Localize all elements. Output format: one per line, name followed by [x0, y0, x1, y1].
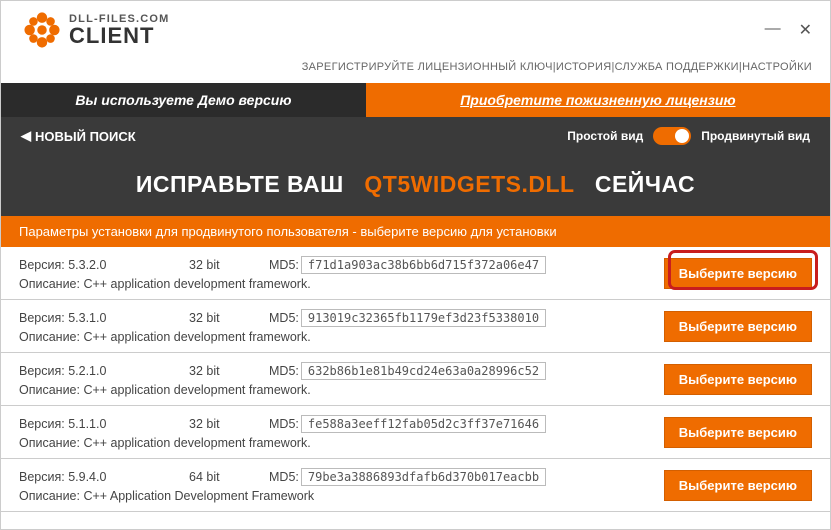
select-version-button[interactable]: Выберите версию	[664, 258, 812, 289]
version-arch: 32 bit	[189, 311, 269, 325]
fix-banner: ИСПРАВЬТЕ ВАШ QT5WIDGETS.DLL СЕЙЧАС	[1, 155, 830, 216]
md5-value[interactable]: 913019c32365fb1179ef3d23f5338010	[301, 309, 546, 327]
md5-label: MD5:	[269, 470, 299, 484]
version-arch: 32 bit	[189, 364, 269, 378]
select-version-button[interactable]: Выберите версию	[664, 470, 812, 501]
logo: DLL-FILES.COM CLIENT	[23, 11, 170, 49]
simple-view-label[interactable]: Простой вид	[567, 129, 643, 143]
version-info: Версия: 5.3.2.032 bitMD5:f71d1a903ac38b6…	[19, 256, 664, 291]
select-version-button[interactable]: Выберите версию	[664, 417, 812, 448]
version-info: Версия: 5.3.1.032 bitMD5:913019c32365fb1…	[19, 309, 664, 344]
version-row: Версия: 5.3.2.032 bitMD5:f71d1a903ac38b6…	[1, 247, 830, 300]
minimize-button[interactable]: —	[765, 20, 781, 40]
logo-client-text: CLIENT	[69, 25, 170, 47]
version-info: Версия: 5.1.1.032 bitMD5:fe588a3eeff12fa…	[19, 415, 664, 450]
version-arch: 64 bit	[189, 470, 269, 484]
view-switch: Простой вид Продвинутый вид	[567, 127, 810, 145]
md5-value[interactable]: 79be3a3886893dfafb6d370b017eacbb	[301, 468, 546, 486]
view-toggle[interactable]	[653, 127, 691, 145]
logo-icon	[23, 11, 61, 49]
fix-text-before: ИСПРАВЬТЕ ВАШ	[136, 171, 344, 197]
promo-bar: Вы используете Демо версию Приобретите п…	[1, 83, 830, 117]
version-top-row: Версия: 5.2.1.032 bitMD5:632b86b1e81b49c…	[19, 362, 664, 380]
version-info: Версия: 5.9.4.064 bitMD5:79be3a3886893df…	[19, 468, 664, 503]
advanced-view-label[interactable]: Продвинутый вид	[701, 129, 810, 143]
version-row: Версия: 5.9.4.064 bitMD5:79be3a3886893df…	[1, 459, 830, 512]
md5-label: MD5:	[269, 417, 299, 431]
menu-support[interactable]: СЛУЖБА ПОДДЕРЖКИ	[615, 61, 739, 73]
md5-value[interactable]: fe588a3eeff12fab05d2c3ff37e71646	[301, 415, 546, 433]
version-description: Описание: C++ Application Development Fr…	[19, 489, 664, 503]
window-controls: — ✕	[765, 20, 812, 40]
version-info: Версия: 5.2.1.032 bitMD5:632b86b1e81b49c…	[19, 362, 664, 397]
close-button[interactable]: ✕	[799, 20, 812, 40]
version-number: Версия: 5.3.2.0	[19, 258, 189, 272]
md5-value[interactable]: 632b86b1e81b49cd24e63a0a28996c52	[301, 362, 546, 380]
version-number: Версия: 5.3.1.0	[19, 311, 189, 325]
md5-value[interactable]: f71d1a903ac38b6bb6d715f372a06e47	[301, 256, 546, 274]
version-row: Версия: 5.3.1.032 bitMD5:913019c32365fb1…	[1, 300, 830, 353]
version-description: Описание: C++ application development fr…	[19, 383, 664, 397]
version-list: Версия: 5.3.2.032 bitMD5:f71d1a903ac38b6…	[1, 247, 830, 512]
version-arch: 32 bit	[189, 258, 269, 272]
buy-license-link[interactable]: Приобретите пожизненную лицензию	[366, 83, 830, 117]
menu-history[interactable]: ИСТОРИЯ	[556, 61, 612, 73]
fix-text-after: СЕЙЧАС	[595, 171, 695, 197]
dll-name: QT5WIDGETS.DLL	[364, 171, 574, 197]
md5-label: MD5:	[269, 364, 299, 378]
version-top-row: Версия: 5.1.1.032 bitMD5:fe588a3eeff12fa…	[19, 415, 664, 433]
menu-register[interactable]: ЗАРЕГИСТРИРУЙТЕ ЛИЦЕНЗИОННЫЙ КЛЮЧ	[302, 61, 553, 73]
version-number: Версия: 5.1.1.0	[19, 417, 189, 431]
version-description: Описание: C++ application development fr…	[19, 277, 664, 291]
version-top-row: Версия: 5.3.1.032 bitMD5:913019c32365fb1…	[19, 309, 664, 327]
select-version-button[interactable]: Выберите версию	[664, 364, 812, 395]
version-number: Версия: 5.9.4.0	[19, 470, 189, 484]
menu-settings[interactable]: НАСТРОЙКИ	[742, 61, 812, 73]
version-row: Версия: 5.1.1.032 bitMD5:fe588a3eeff12fa…	[1, 406, 830, 459]
version-row: Версия: 5.2.1.032 bitMD5:632b86b1e81b49c…	[1, 353, 830, 406]
select-version-button[interactable]: Выберите версию	[664, 311, 812, 342]
version-arch: 32 bit	[189, 417, 269, 431]
version-top-row: Версия: 5.9.4.064 bitMD5:79be3a3886893df…	[19, 468, 664, 486]
params-bar: Параметры установки для продвинутого пол…	[1, 216, 830, 247]
subheader: ◀ НОВЫЙ ПОИСК Простой вид Продвинутый ви…	[1, 117, 830, 155]
new-search-button[interactable]: ◀ НОВЫЙ ПОИСК	[21, 128, 136, 144]
top-menu: ЗАРЕГИСТРИРУЙТЕ ЛИЦЕНЗИОННЫЙ КЛЮЧ | ИСТО…	[1, 57, 830, 83]
version-number: Версия: 5.2.1.0	[19, 364, 189, 378]
md5-label: MD5:	[269, 311, 299, 325]
demo-notice: Вы используете Демо версию	[1, 83, 366, 117]
app-window: DLL-FILES.COM CLIENT — ✕ ЗАРЕГИСТРИРУЙТЕ…	[1, 1, 830, 512]
back-arrow-icon: ◀	[21, 128, 31, 144]
new-search-label: НОВЫЙ ПОИСК	[35, 129, 136, 144]
version-description: Описание: C++ application development fr…	[19, 436, 664, 450]
titlebar: DLL-FILES.COM CLIENT — ✕	[1, 1, 830, 57]
md5-label: MD5:	[269, 258, 299, 272]
version-description: Описание: C++ application development fr…	[19, 330, 664, 344]
version-top-row: Версия: 5.3.2.032 bitMD5:f71d1a903ac38b6…	[19, 256, 664, 274]
